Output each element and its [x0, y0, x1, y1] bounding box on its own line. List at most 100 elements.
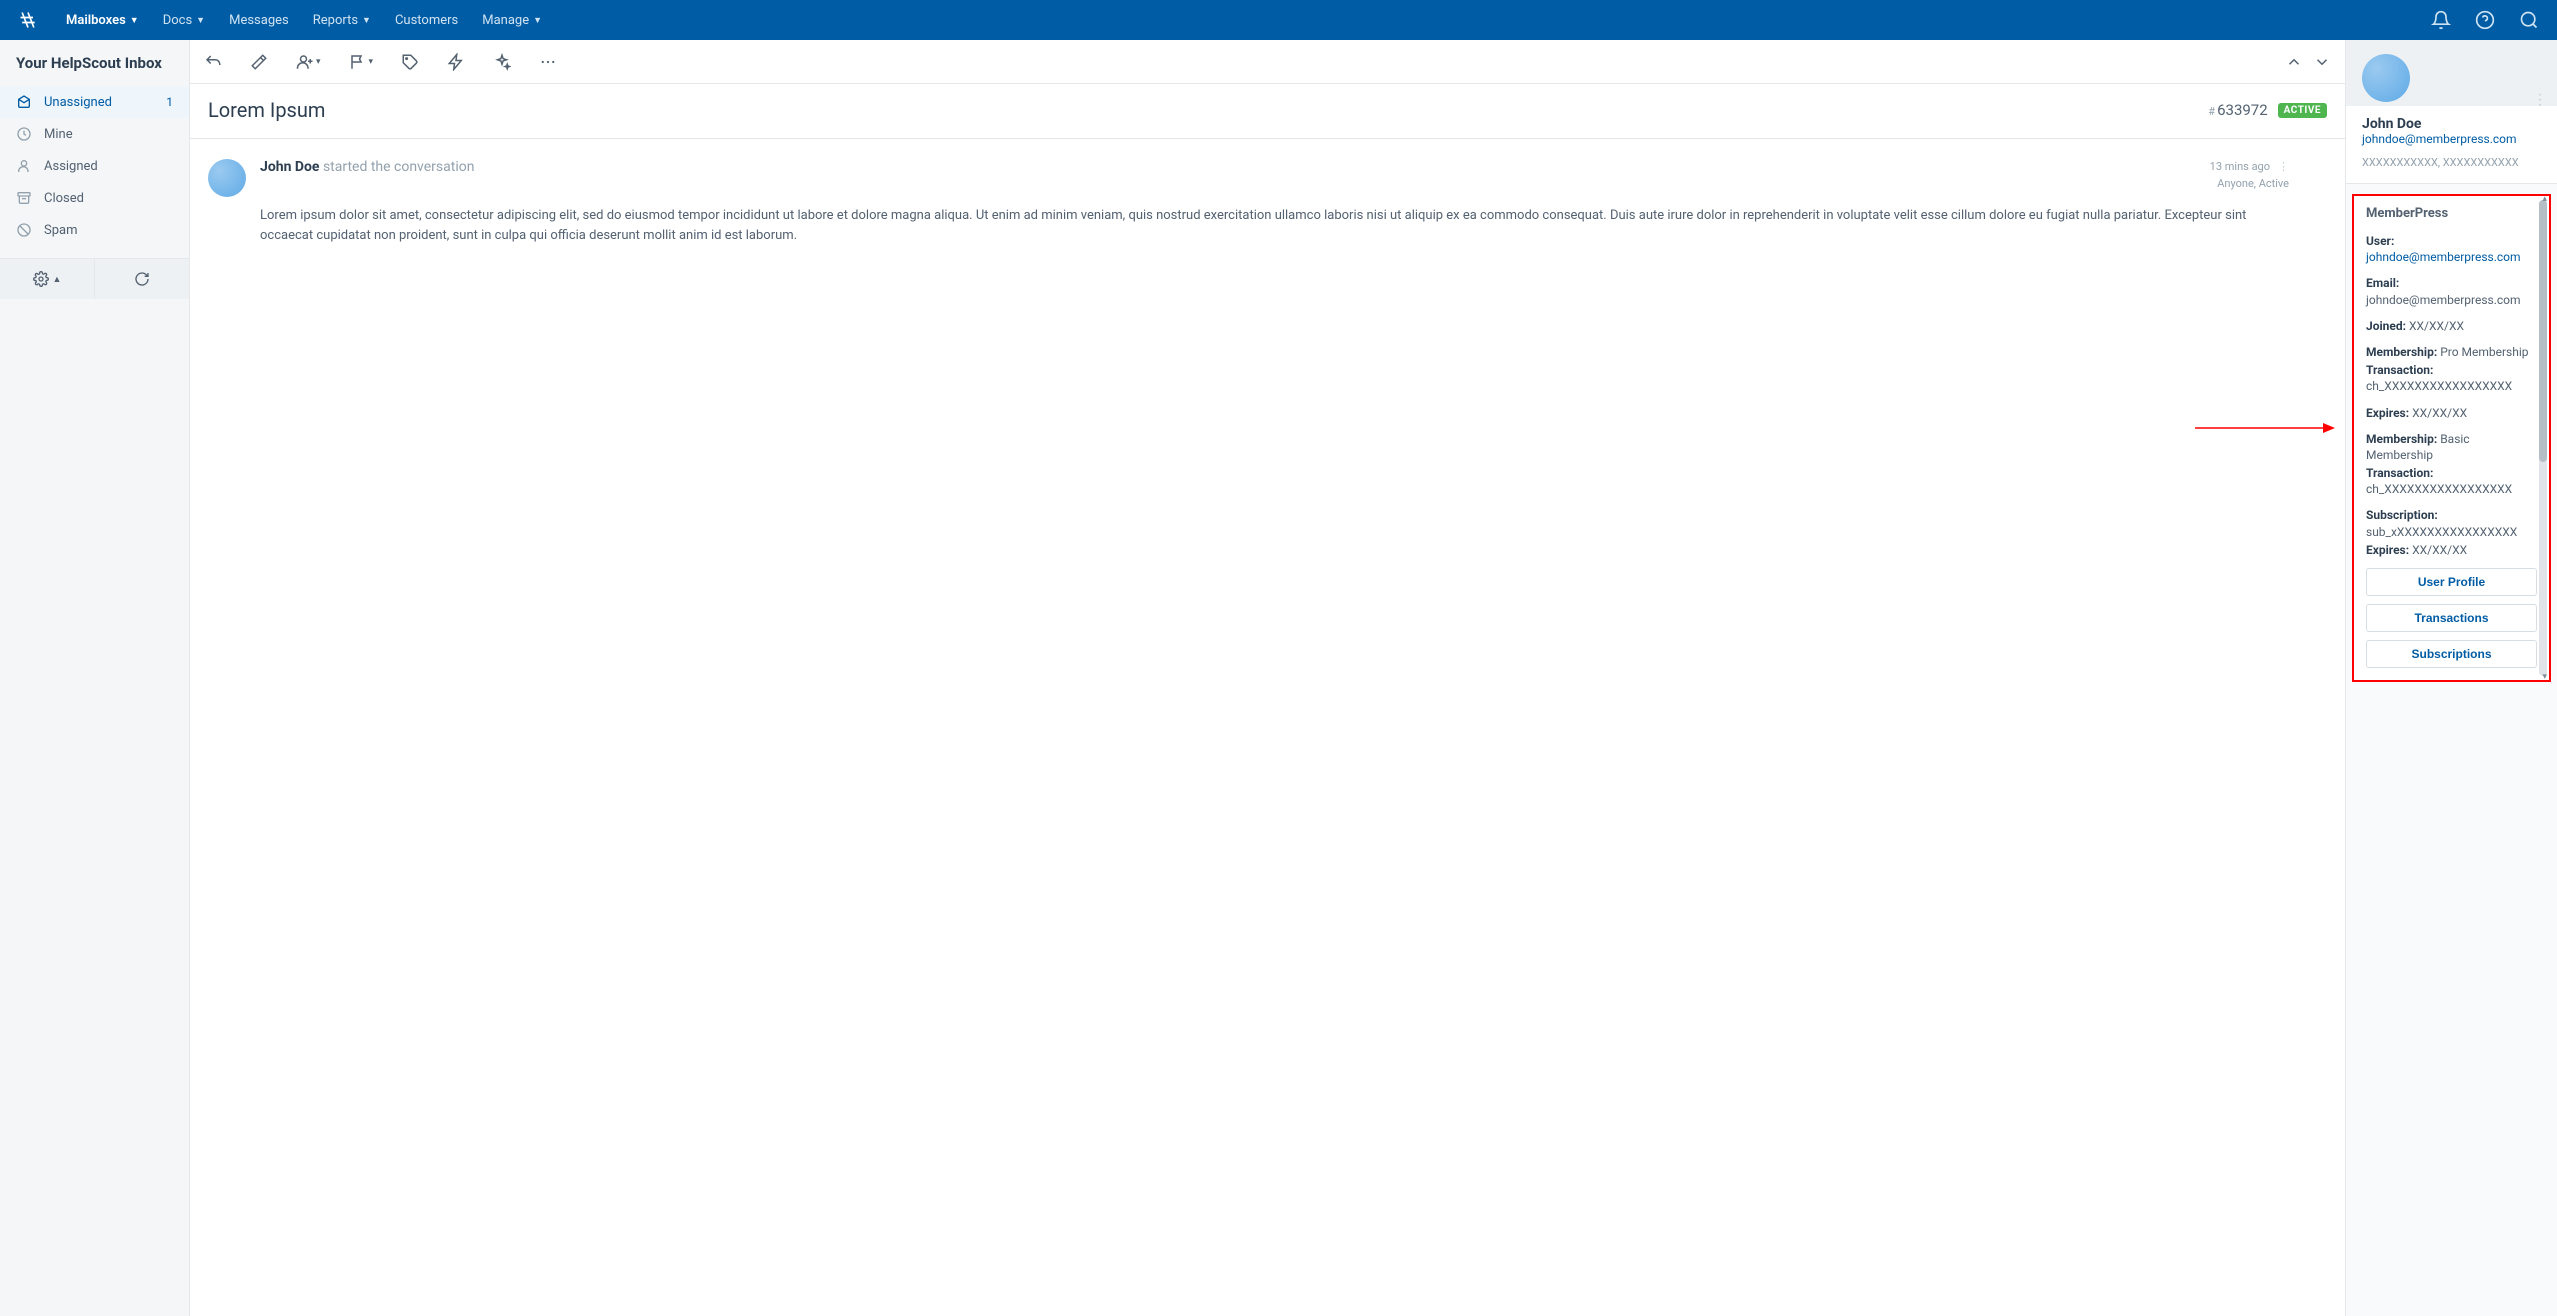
customer-avatar	[2362, 54, 2410, 102]
workflow-button[interactable]	[447, 53, 465, 71]
tag-button[interactable]	[401, 53, 419, 71]
widget-subscription-label: Subscription:	[2366, 508, 2438, 522]
widget-joined-label: Joined:	[2366, 319, 2406, 333]
help-icon[interactable]	[2475, 10, 2495, 30]
annotation-arrow	[2195, 418, 2335, 438]
thread-item: John Doe started the conversation 13 min…	[190, 139, 2345, 266]
widget-joined-value: XX/XX/XX	[2409, 319, 2464, 333]
nav-manage[interactable]: Manage▼	[482, 13, 542, 28]
widget-title: MemberPress	[2366, 206, 2537, 221]
status-badge: ACTIVE	[2278, 103, 2327, 118]
customer-more-button[interactable]: ⋮	[2533, 92, 2547, 108]
settings-button[interactable]: ▲	[0, 259, 94, 299]
status-button[interactable]: ▾	[349, 53, 374, 71]
note-button[interactable]	[250, 53, 268, 71]
chevron-down-icon: ▼	[130, 15, 139, 26]
customer-email[interactable]: johndoe@memberpress.com	[2362, 132, 2541, 146]
gear-icon	[33, 271, 49, 287]
clock-icon	[16, 126, 32, 142]
refresh-icon	[134, 271, 150, 287]
widget-email-value: johndoe@memberpress.com	[2366, 293, 2521, 307]
sidebar-item-label: Assigned	[44, 159, 173, 174]
customer-extra: XXXXXXXXXXX, XXXXXXXXXXX	[2362, 156, 2541, 169]
widget-transaction2-value: ch_XXXXXXXXXXXXXXXXX	[2366, 482, 2512, 496]
user-profile-button[interactable]: User Profile	[2366, 568, 2537, 596]
widget-transaction1-value: ch_XXXXXXXXXXXXXXXXX	[2366, 379, 2512, 393]
sidebar-item-label: Unassigned	[44, 95, 154, 110]
nav-customers[interactable]: Customers	[395, 13, 458, 28]
author-avatar	[208, 159, 246, 197]
customer-sidebar: ⋮ John Doe johndoe@memberpress.com XXXXX…	[2345, 40, 2557, 1316]
subscriptions-button[interactable]: Subscriptions	[2366, 640, 2537, 668]
archive-icon	[16, 190, 32, 206]
widget-expires1-label: Expires:	[2366, 406, 2409, 420]
logo[interactable]	[18, 10, 38, 30]
sidebar-item-label: Mine	[44, 127, 173, 142]
thread-body-text: Lorem ipsum dolor sit amet, consectetur …	[260, 206, 2289, 246]
widget-membership2-label: Membership:	[2366, 432, 2437, 446]
sidebar-item-label: Spam	[44, 223, 173, 238]
widget-subscription-value: sub_xXXXXXXXXXXXXXXXX	[2366, 525, 2517, 539]
scroll-up-icon[interactable]: ▴	[2542, 194, 2547, 204]
nav-mailboxes[interactable]: Mailboxes▼	[66, 13, 139, 28]
search-icon[interactable]	[2519, 10, 2539, 30]
thread-author: John Doe	[260, 159, 319, 175]
sidebar-item-spam[interactable]: Spam	[0, 214, 189, 246]
widget-transaction2-label: Transaction:	[2366, 466, 2433, 480]
thread-time: 13 mins ago	[2210, 160, 2270, 173]
more-actions-button[interactable]	[539, 53, 557, 71]
widget-transaction1-label: Transaction:	[2366, 363, 2433, 377]
widget-expires2-label: Expires:	[2366, 543, 2409, 557]
widget-expires1-value: XX/XX/XX	[2412, 406, 2467, 420]
widget-email-label: Email:	[2366, 276, 2399, 290]
thread-visibility: Anyone, Active	[2210, 176, 2289, 193]
widget-expires2-value: XX/XX/XX	[2412, 543, 2467, 557]
nav-docs[interactable]: Docs▼	[163, 13, 205, 28]
conversation-number: #633972	[2208, 101, 2267, 119]
sidebar-item-label: Closed	[44, 191, 173, 206]
sidebar-footer: ▲	[0, 258, 189, 299]
customer-info: John Doe johndoe@memberpress.com XXXXXXX…	[2346, 106, 2557, 184]
chevron-down-icon: ▼	[362, 15, 371, 26]
scroll-down-icon[interactable]: ▾	[2542, 672, 2547, 682]
chevron-down-icon: ▼	[533, 15, 542, 26]
assign-button[interactable]: ▾	[296, 53, 321, 71]
ai-button[interactable]	[493, 53, 511, 71]
next-conversation-button[interactable]	[2313, 53, 2331, 71]
sidebar-item-closed[interactable]: Closed	[0, 182, 189, 214]
transactions-button[interactable]: Transactions	[2366, 604, 2537, 632]
memberpress-widget: ▴ ▾ MemberPress User: johndoe@memberpress…	[2352, 194, 2551, 682]
sidebar-item-assigned[interactable]: Assigned	[0, 150, 189, 182]
widget-user-label: User:	[2366, 234, 2394, 248]
widget-membership1-value: Pro Membership	[2440, 345, 2528, 359]
sidebar-item-mine[interactable]: Mine	[0, 118, 189, 150]
spam-icon	[16, 222, 32, 238]
customer-header: ⋮	[2346, 40, 2557, 106]
chevron-down-icon: ▾	[369, 57, 374, 67]
sidebar-title: Your HelpScout Inbox	[0, 54, 189, 86]
top-navigation: Mailboxes▼ Docs▼ Messages Reports▼ Custo…	[0, 0, 2557, 40]
thread-more-button[interactable]: ⋮	[2278, 159, 2289, 176]
sidebar: Your HelpScout Inbox Unassigned 1 Mine A…	[0, 40, 190, 1316]
sidebar-item-unassigned[interactable]: Unassigned 1	[0, 86, 189, 118]
widget-scrollbar[interactable]	[2539, 200, 2547, 676]
main-content: ▾ ▾ Lorem Ipsum #633972 ACTIVE John Doe	[190, 40, 2345, 1316]
widget-user-link[interactable]: johndoe@memberpress.com	[2366, 250, 2521, 264]
notifications-icon[interactable]	[2431, 10, 2451, 30]
prev-conversation-button[interactable]	[2285, 53, 2303, 71]
conversation-subject: Lorem Ipsum	[208, 98, 2208, 122]
chevron-up-icon: ▲	[53, 274, 62, 285]
chevron-down-icon: ▼	[196, 15, 205, 26]
chevron-down-icon: ▾	[316, 57, 321, 67]
sidebar-item-count: 1	[166, 95, 173, 109]
thread-action-text: started the conversation	[323, 159, 475, 175]
refresh-button[interactable]	[94, 259, 189, 299]
widget-membership1-label: Membership:	[2366, 345, 2437, 359]
nav-reports[interactable]: Reports▼	[313, 13, 371, 28]
conversation-toolbar: ▾ ▾	[190, 40, 2345, 84]
customer-name: John Doe	[2362, 116, 2541, 132]
nav-messages[interactable]: Messages	[229, 13, 289, 28]
reply-button[interactable]	[204, 53, 222, 71]
user-icon	[16, 158, 32, 174]
subject-row: Lorem Ipsum #633972 ACTIVE	[190, 84, 2345, 139]
